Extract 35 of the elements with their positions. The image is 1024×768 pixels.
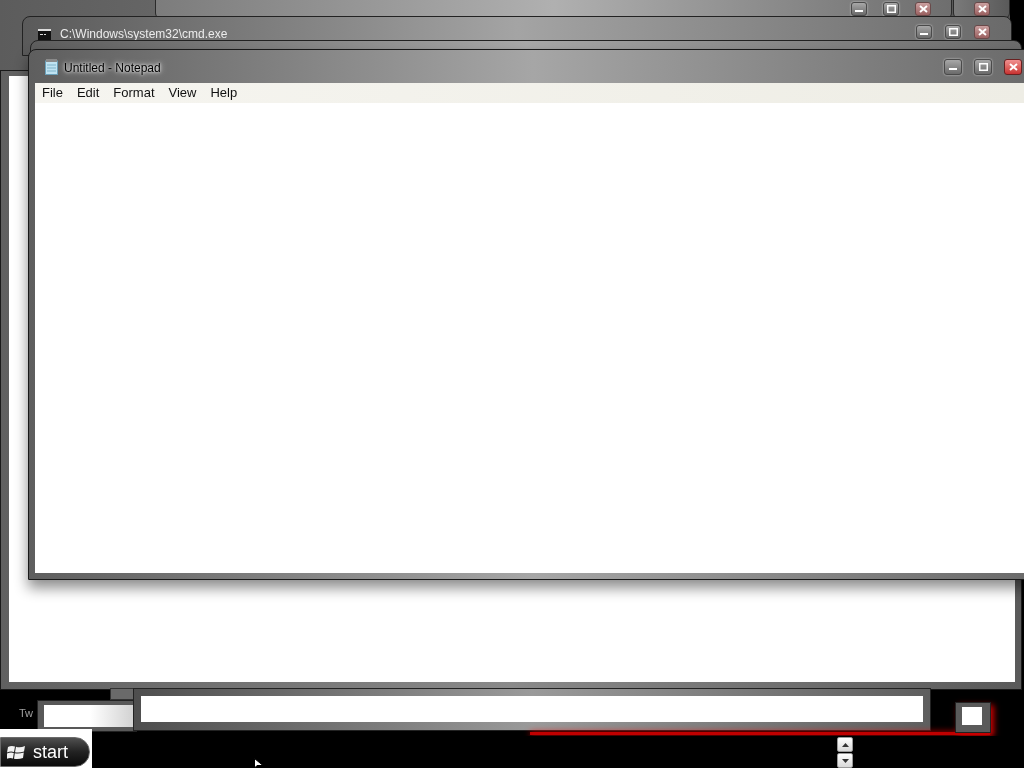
close-icon [977,5,987,13]
close-button[interactable] [974,2,990,16]
menu-item[interactable]: File [35,83,70,103]
close-button[interactable] [915,2,931,16]
caret-up-icon [841,742,849,747]
menu-item[interactable]: Help [203,83,245,103]
menu-item[interactable]: View [161,83,204,103]
maximize-button[interactable] [974,59,992,75]
start-button[interactable]: start [0,737,90,767]
window-title: Tw [19,707,34,720]
notepad-icon [45,58,58,75]
close-button[interactable] [974,25,990,39]
window-body [962,707,982,725]
menu-item[interactable]: Format [106,83,162,103]
menu-item[interactable]: Edit [69,83,107,103]
minimize-button[interactable] [851,2,867,16]
scroll-up-button[interactable] [837,737,853,752]
maximize-icon [886,5,896,13]
close-button[interactable] [1004,59,1022,75]
minimize-button[interactable] [944,59,962,75]
close-icon [977,28,987,36]
minimize-button[interactable] [916,25,932,39]
terminal-icon [38,29,51,40]
window-title: C:\Windows\system32\cmd.exe [60,28,228,41]
maximize-button[interactable] [945,25,961,39]
maximize-button[interactable] [883,2,899,16]
window-title: Untitled - Notepad [64,61,161,75]
mouse-pointer-icon [254,758,264,768]
close-icon [918,5,928,13]
windows-logo-icon [7,743,26,761]
close-icon [1008,63,1018,71]
maximize-icon [978,63,988,71]
scroll-down-button[interactable] [837,753,853,768]
maximize-icon [948,28,958,36]
caret-down-icon [841,758,849,763]
